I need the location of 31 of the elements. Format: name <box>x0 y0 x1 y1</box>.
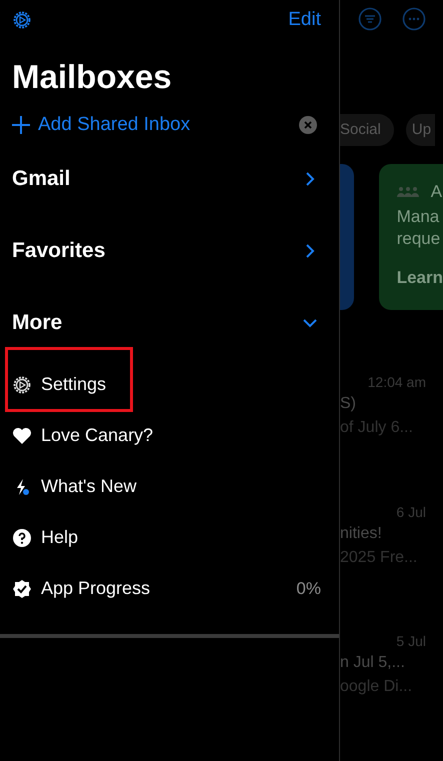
settings-icon <box>12 10 32 30</box>
email-subject: n Jul 5,... <box>340 653 406 674</box>
email-subject: nities! <box>340 524 383 544</box>
filter-icon[interactable] <box>358 6 382 31</box>
more-icon[interactable] <box>402 6 426 31</box>
menu-item[interactable]: Help <box>12 512 317 563</box>
close-icon[interactable] <box>299 116 317 134</box>
progress-percent: 0% <box>296 578 321 598</box>
mailbox-section[interactable]: Gmail <box>12 143 317 215</box>
plus-icon <box>12 116 30 134</box>
menu-item[interactable]: What's New <box>12 461 317 512</box>
email-time: 5 Jul <box>396 632 426 652</box>
edit-button[interactable]: Edit <box>288 9 321 31</box>
people-icon <box>396 186 419 198</box>
menu-item[interactable]: Love Canary? <box>12 410 317 461</box>
email-time: 6 Jul <box>396 502 426 522</box>
mailbox-section[interactable]: More <box>12 287 317 359</box>
mailboxes-title: Mailboxes <box>12 57 173 97</box>
learn-link[interactable]: Learn <box>396 268 443 288</box>
heart-icon <box>12 426 32 444</box>
mailbox-section[interactable]: Favorites <box>12 215 317 287</box>
verified-badge-icon <box>12 578 32 598</box>
email-subject: S) <box>340 394 357 414</box>
menu-item[interactable]: Settings <box>12 359 317 410</box>
add-shared-inbox-button[interactable]: Add Shared Inbox <box>12 114 190 136</box>
help-icon <box>12 528 32 548</box>
card-text: Mana <box>396 206 440 228</box>
card-text: reque <box>396 228 442 250</box>
settings-icon <box>12 374 32 394</box>
card-heading: A <box>430 181 442 204</box>
email-time: 12:04 am <box>368 373 426 392</box>
